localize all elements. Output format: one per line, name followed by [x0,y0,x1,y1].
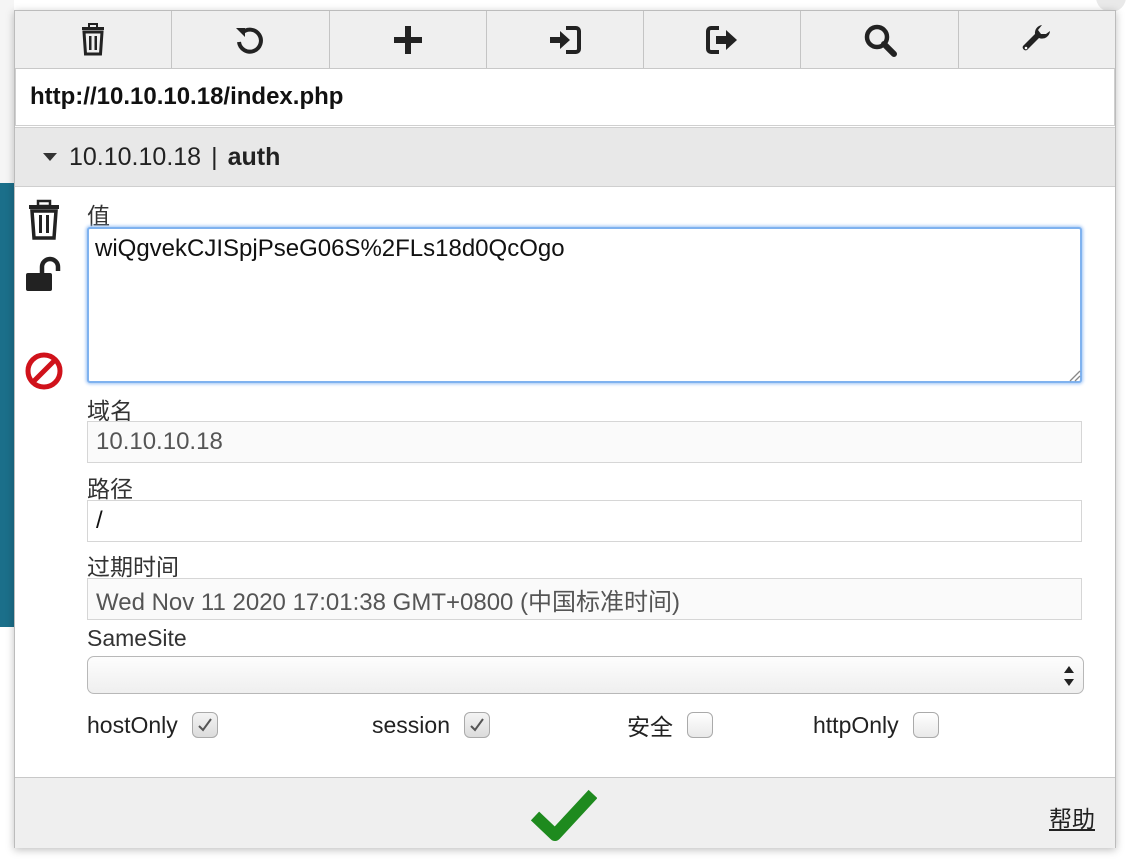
httponly-label: httpOnly [813,711,899,738]
cookie-domain: 10.10.10.18 [69,142,202,171]
add-cookie-button[interactable] [330,11,487,68]
session-checkbox[interactable] [463,712,490,738]
unlock-icon [26,256,61,291]
export-icon [706,25,738,54]
search-icon [864,24,897,57]
checkmark-icon [198,718,212,732]
url-bar[interactable]: http://10.10.10.18/index.php [15,69,1115,126]
path-label: 路径 [87,476,133,502]
checkmark-icon [470,718,484,732]
httponly-checkbox[interactable] [912,712,939,738]
cookie-name: auth [227,142,281,171]
block-cookie-button[interactable] [25,349,63,396]
current-url: http://10.10.10.18/index.php [30,83,344,110]
delete-cookie-button[interactable] [25,199,63,246]
refresh-button[interactable] [172,11,330,68]
settings-button[interactable] [959,11,1115,68]
protect-cookie-button[interactable] [25,255,63,302]
plus-icon [393,25,422,54]
cookie-header[interactable]: 10.10.10.18 | auth [15,127,1115,187]
path-field[interactable]: / [87,500,1082,542]
import-icon [549,25,581,54]
help-link[interactable]: 帮助 [1049,800,1095,834]
cookie-value-textarea[interactable]: wiQgvekCJISpjPseG06S%2FLs18d0QcOgo [87,227,1082,383]
session-label: session [372,711,450,738]
value-label: 值 [87,203,110,229]
secure-checkbox[interactable] [687,712,713,738]
import-button[interactable] [487,11,645,68]
toolbar [15,11,1115,69]
secure-option: 安全 [627,708,713,742]
secure-label: 安全 [627,714,673,740]
wrench-icon [1022,24,1050,50]
export-button[interactable] [644,11,802,68]
footer: 帮助 [15,777,1115,848]
chevron-down-icon[interactable] [43,153,57,161]
undo-icon [236,27,264,54]
cookie-separator: | [211,142,218,171]
hostonly-checkbox[interactable] [191,712,218,738]
expires-field[interactable]: Wed Nov 11 2020 17:01:38 GMT+0800 (中国标准时… [87,578,1082,620]
session-option: session [372,708,490,742]
block-icon [25,352,63,390]
samesite-select[interactable] [87,656,1084,694]
trash-icon [82,22,105,55]
trash-icon [29,199,59,240]
domain-field[interactable]: 10.10.10.18 [87,421,1082,463]
httponly-option: httpOnly [813,708,939,742]
delete-all-button[interactable] [15,11,173,68]
expires-label: 过期时间 [87,554,179,580]
cookie-editor-popup: http://10.10.10.18/index.php 10.10.10.18… [14,10,1116,848]
hostonly-label: hostOnly [87,711,178,738]
select-arrows-icon [1064,666,1074,686]
hostonly-option: hostOnly [87,708,218,742]
background-page-strip [0,183,14,627]
resize-grip-icon[interactable] [1067,368,1081,382]
search-button[interactable] [801,11,959,68]
samesite-label: SameSite [87,625,187,651]
background-page [0,0,14,183]
save-checkmark-icon[interactable] [531,786,597,842]
